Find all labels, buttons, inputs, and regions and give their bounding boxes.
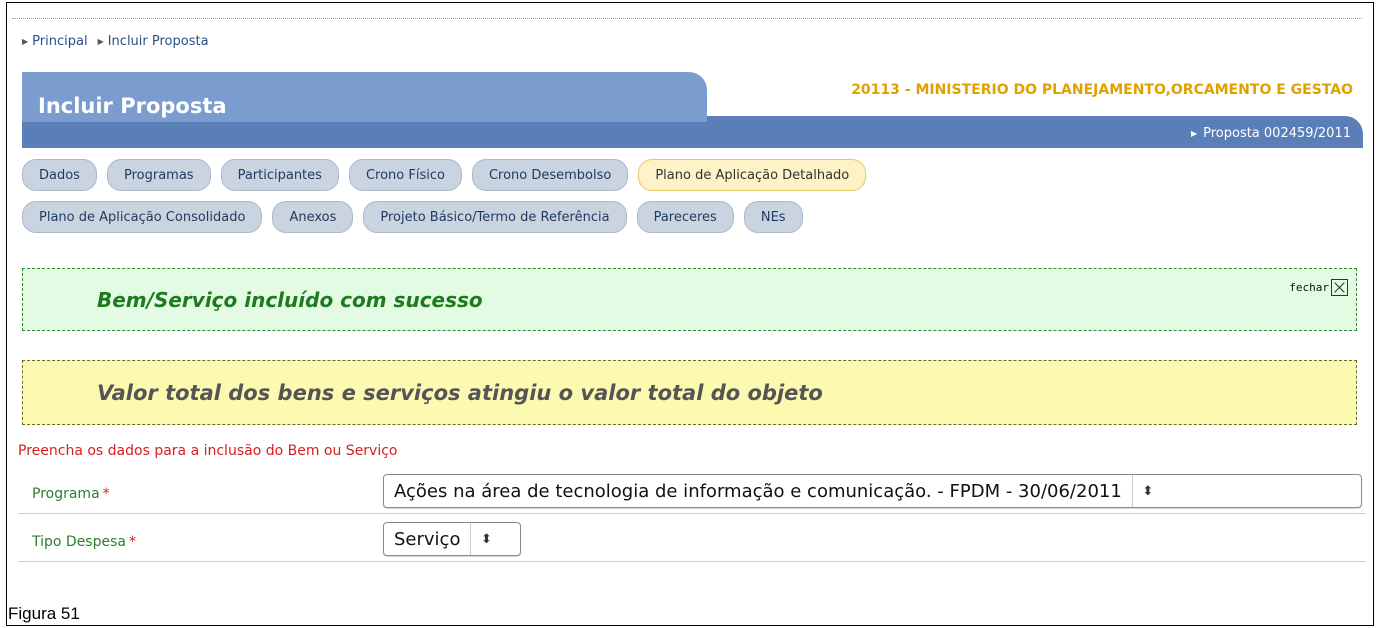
triangle-right-icon: ▶	[22, 37, 29, 46]
proposal-link[interactable]: ▶ Proposta 002459/2011	[1191, 126, 1351, 141]
programa-label-text: Programa	[32, 486, 100, 502]
triangle-right-icon: ▶	[97, 37, 104, 46]
figure-caption: Figura 51	[8, 604, 80, 623]
close-label: fechar	[1289, 281, 1329, 294]
tab-crono-desembolso[interactable]: Crono Desembolso	[471, 159, 629, 191]
form-instruction: Preencha os dados para a inclusão do Bem…	[18, 443, 398, 459]
tab-projeto-basico[interactable]: Projeto Básico/Termo de Referência	[363, 201, 627, 233]
tab-crono-fisico[interactable]: Crono Físico	[348, 159, 462, 191]
success-message: Bem/Serviço incluído com sucesso fechar	[22, 268, 1357, 331]
tab-row-2: Plano de Aplicação Consolidado Anexos Pr…	[22, 201, 1363, 233]
triangle-right-icon: ▶	[1190, 129, 1198, 138]
breadcrumb: ▶ Principal ▶ Incluir Proposta	[22, 34, 209, 49]
tipo-despesa-select-value: Serviço	[394, 528, 461, 550]
organization-label: 20113 - MINISTERIO DO PLANEJAMENTO,ORCAM…	[851, 82, 1353, 98]
breadcrumb-incluir-proposta[interactable]: ▶ Incluir Proposta	[98, 34, 209, 49]
tab-dados[interactable]: Dados	[22, 159, 97, 191]
programa-label: Programa *	[32, 486, 110, 502]
breadcrumb-label: Principal	[32, 34, 88, 49]
tab-participantes[interactable]: Participantes	[220, 159, 339, 191]
close-icon	[1331, 279, 1348, 296]
warning-message: Valor total dos bens e serviços atingiu …	[22, 360, 1357, 425]
breadcrumb-principal[interactable]: ▶ Principal	[22, 34, 88, 49]
warning-text: Valor total dos bens e serviços atingiu …	[97, 381, 823, 405]
required-mark: *	[102, 486, 110, 502]
tab-programas[interactable]: Programas	[106, 159, 211, 191]
form-row-tipo-despesa: Tipo Despesa * Serviço ⬍	[18, 516, 1366, 562]
breadcrumb-label: Incluir Proposta	[107, 34, 209, 49]
tab-plano-aplicacao-consolidado[interactable]: Plano de Aplicação Consolidado	[22, 201, 263, 233]
page-title: Incluir Proposta	[38, 94, 227, 118]
tab-plano-aplicacao-detalhado[interactable]: Plano de Aplicação Detalhado	[638, 159, 867, 191]
tab-nes[interactable]: NEs	[743, 201, 803, 233]
proposal-number: Proposta 002459/2011	[1203, 126, 1351, 141]
top-divider	[12, 18, 1362, 19]
close-button[interactable]: fechar	[1289, 279, 1348, 296]
tipo-despesa-select[interactable]: Serviço ⬍	[383, 522, 521, 556]
programa-select[interactable]: Ações na área de tecnologia de informaçã…	[383, 474, 1362, 508]
tipo-despesa-label-text: Tipo Despesa	[32, 534, 126, 550]
page-header: Incluir Proposta 20113 - MINISTERIO DO P…	[22, 72, 1363, 148]
header-title-tab: Incluir Proposta	[22, 72, 707, 122]
form-row-programa: Programa * Ações na área de tecnologia de…	[18, 468, 1366, 514]
tipo-despesa-label: Tipo Despesa *	[32, 534, 136, 550]
chevron-updown-icon: ⬍	[1131, 475, 1163, 507]
tab-row-1: Dados Programas Participantes Crono Físi…	[22, 159, 1363, 191]
required-mark: *	[128, 534, 136, 550]
programa-select-value: Ações na área de tecnologia de informaçã…	[394, 480, 1122, 502]
success-text: Bem/Serviço incluído com sucesso	[97, 288, 483, 312]
chevron-updown-icon: ⬍	[470, 523, 501, 555]
tab-pareceres[interactable]: Pareceres	[636, 201, 734, 233]
tab-anexos[interactable]: Anexos	[272, 201, 354, 233]
